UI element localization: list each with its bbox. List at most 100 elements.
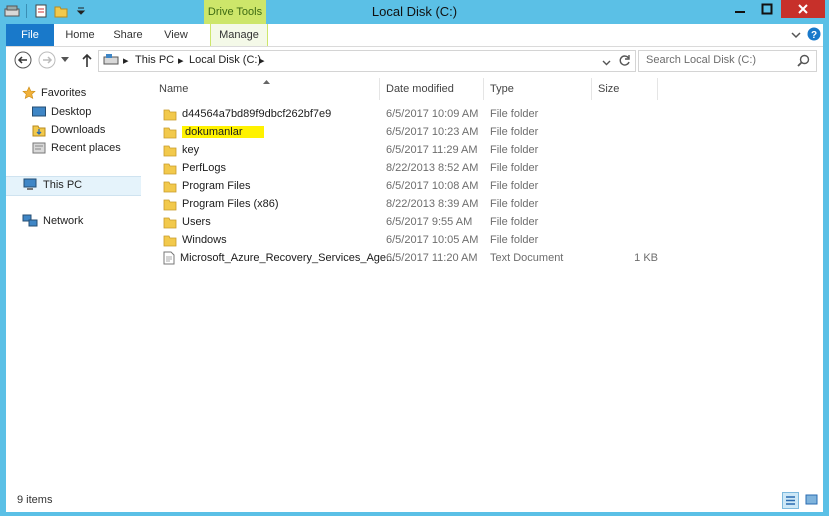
file-name: d44564a7bd89f9dbcf262bf7e9 xyxy=(182,108,332,120)
explorer-body: Favorites Desktop Downloads Recent place… xyxy=(6,74,823,488)
ribbon-right-controls: ? xyxy=(791,27,821,44)
close-button[interactable] xyxy=(781,0,825,18)
explorer-window: Drive Tools Local Disk (C:) File Home Sh… xyxy=(0,0,829,516)
tab-view[interactable]: View xyxy=(158,24,194,46)
maximize-button[interactable] xyxy=(754,0,780,18)
properties-icon[interactable] xyxy=(33,3,49,19)
folder-icon xyxy=(163,235,177,246)
forward-arrow-icon xyxy=(38,51,56,69)
file-name: Microsoft_Azure_Recovery_Services_Age... xyxy=(180,252,396,264)
file-date: 6/5/2017 11:20 AM xyxy=(386,252,478,264)
file-type: File folder xyxy=(490,216,539,228)
back-arrow-icon xyxy=(14,51,32,69)
search-placeholder: Search Local Disk (C:) xyxy=(646,54,757,66)
item-count: 9 items xyxy=(17,494,53,506)
file-row[interactable]: Users 6/5/2017 9:55 AM File folder xyxy=(159,213,659,231)
tab-file[interactable]: File xyxy=(6,24,54,46)
tab-manage[interactable]: Manage xyxy=(210,24,268,46)
ribbon-tab-bar: File Home Share View Manage ? xyxy=(6,24,823,47)
column-header-date[interactable]: Date modified xyxy=(380,78,484,100)
column-header-type[interactable]: Type xyxy=(484,78,592,100)
folder-icon xyxy=(163,199,177,210)
file-row[interactable]: dokumanlar 6/5/2017 10:23 AM File folder xyxy=(159,123,659,141)
search-box[interactable]: Search Local Disk (C:) xyxy=(638,50,817,72)
breadcrumb-separator-icon[interactable]: ▸ xyxy=(259,54,265,67)
svg-text:?: ? xyxy=(811,30,817,41)
file-date: 6/5/2017 10:23 AM xyxy=(386,126,479,138)
large-icons-view-icon xyxy=(805,494,817,505)
navigation-pane: Favorites Desktop Downloads Recent place… xyxy=(6,74,142,488)
file-row[interactable]: Program Files 6/5/2017 10:08 AM File fol… xyxy=(159,177,659,195)
breadcrumb-this-pc[interactable]: This PC xyxy=(135,54,174,66)
file-type: File folder xyxy=(490,180,539,192)
breadcrumb-separator-icon[interactable]: ▸ xyxy=(123,54,129,67)
file-row[interactable]: PerfLogs 8/22/2013 8:52 AM File folder xyxy=(159,159,659,177)
file-type: File folder xyxy=(490,162,539,174)
address-dropdown-icon[interactable] xyxy=(602,57,611,69)
forward-button[interactable] xyxy=(38,51,56,69)
network-icon xyxy=(22,214,38,227)
large-icons-view-button[interactable] xyxy=(803,492,819,508)
file-type: File folder xyxy=(490,126,539,138)
nav-downloads[interactable]: Downloads xyxy=(32,121,105,139)
file-date: 6/5/2017 9:55 AM xyxy=(386,216,473,228)
folder-icon xyxy=(163,163,177,174)
nav-network[interactable]: Network xyxy=(22,212,83,230)
view-buttons xyxy=(782,492,819,509)
file-date: 6/5/2017 10:08 AM xyxy=(386,180,479,192)
customize-dropdown-icon[interactable] xyxy=(73,3,89,19)
file-name: Users xyxy=(182,216,211,228)
star-icon xyxy=(22,86,36,100)
help-icon[interactable]: ? xyxy=(807,27,821,44)
nav-favorites[interactable]: Favorites xyxy=(22,84,86,102)
file-type: Text Document xyxy=(490,252,564,264)
details-view-button[interactable] xyxy=(782,492,799,509)
file-row[interactable]: d44564a7bd89f9dbcf262bf7e9 6/5/2017 10:0… xyxy=(159,105,659,123)
nav-recent-places[interactable]: Recent places xyxy=(32,139,121,157)
minimize-button[interactable] xyxy=(727,0,753,18)
file-row[interactable]: Program Files (x86) 8/22/2013 8:39 AM Fi… xyxy=(159,195,659,213)
minimize-icon xyxy=(735,11,745,13)
new-folder-icon[interactable] xyxy=(53,3,69,19)
folder-icon xyxy=(163,217,177,228)
file-row[interactable]: key 6/5/2017 11:29 AM File folder xyxy=(159,141,659,159)
file-type: File folder xyxy=(490,234,539,246)
drive-icon[interactable] xyxy=(4,3,20,19)
up-button[interactable] xyxy=(78,51,96,69)
nav-desktop[interactable]: Desktop xyxy=(32,103,91,121)
column-header-size[interactable]: Size xyxy=(592,78,658,100)
file-date: 8/22/2013 8:52 AM xyxy=(386,162,479,174)
file-date: 8/22/2013 8:39 AM xyxy=(386,198,479,210)
toolbar-separator xyxy=(26,4,27,18)
address-bar[interactable]: ▸ This PC ▸ Local Disk (C:) ▸ xyxy=(98,50,636,72)
nav-this-pc[interactable]: This PC xyxy=(22,176,82,194)
status-bar: 9 items xyxy=(6,488,823,512)
details-view-icon xyxy=(786,496,795,505)
recent-places-icon xyxy=(32,142,46,154)
file-date: 6/5/2017 10:09 AM xyxy=(386,108,479,120)
back-button[interactable] xyxy=(14,51,32,69)
file-name: Windows xyxy=(182,234,227,246)
refresh-icon[interactable] xyxy=(618,54,631,70)
quick-access-toolbar xyxy=(4,3,89,19)
expand-ribbon-icon[interactable] xyxy=(791,30,801,42)
breadcrumb-separator-icon[interactable]: ▸ xyxy=(178,54,184,67)
title-bar: Drive Tools Local Disk (C:) xyxy=(0,0,829,24)
file-row[interactable]: Microsoft_Azure_Recovery_Services_Age...… xyxy=(159,249,659,267)
drive-tools-context-tab: Drive Tools xyxy=(204,0,266,24)
window-title: Local Disk (C:) xyxy=(371,4,458,19)
search-icon[interactable] xyxy=(797,54,810,70)
chevron-down-icon xyxy=(61,57,69,62)
file-name-highlighted: dokumanlar xyxy=(182,126,265,138)
tab-share[interactable]: Share xyxy=(110,24,146,46)
file-size: 1 KB xyxy=(634,252,658,264)
file-row[interactable]: Windows 6/5/2017 10:05 AM File folder xyxy=(159,231,659,249)
column-header-name[interactable]: Name xyxy=(153,78,380,100)
file-name: key xyxy=(182,144,200,156)
recent-locations-button[interactable] xyxy=(60,51,70,69)
breadcrumb-local-disk[interactable]: Local Disk (C:) xyxy=(189,54,261,66)
close-icon xyxy=(798,4,808,14)
file-date: 6/5/2017 11:29 AM xyxy=(386,144,478,156)
tab-home[interactable]: Home xyxy=(62,24,98,46)
folder-icon xyxy=(163,109,177,120)
